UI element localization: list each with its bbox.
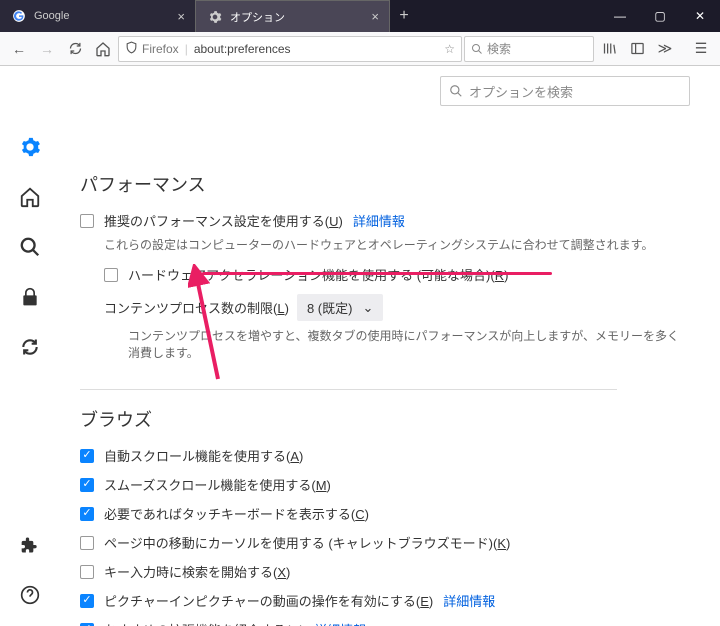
smooth-scroll-label: スムーズスクロール機能を使用する(M) bbox=[104, 475, 331, 494]
search-box[interactable]: 検索 bbox=[464, 36, 594, 62]
performance-heading: パフォーマンス bbox=[80, 171, 690, 197]
checkbox-touch-kb[interactable] bbox=[80, 507, 94, 521]
tab-label: オプション bbox=[230, 9, 285, 25]
annotation-underline bbox=[202, 272, 552, 275]
url-text: about:preferences bbox=[194, 42, 291, 56]
google-icon bbox=[12, 9, 26, 23]
details-link[interactable]: 詳細情報 bbox=[314, 620, 366, 626]
pip-label: ピクチャーインピクチャーの動画の操作を有効にする(E) bbox=[104, 591, 433, 610]
use-recommended-label: 推奨のパフォーマンス設定を使用する(U) bbox=[104, 211, 343, 230]
settings-content: オプションを検索 パフォーマンス 推奨のパフォーマンス設定を使用する(U) 詳細… bbox=[60, 66, 720, 626]
recommend-ext-label: おすすめの拡張機能を紹介する(R) bbox=[104, 620, 304, 626]
perf-desc1: これらの設定はコンピューターのハードウェアとオペレーティングシステムに合わせて調… bbox=[104, 236, 690, 253]
reload-button[interactable] bbox=[62, 36, 88, 62]
forward-button[interactable]: → bbox=[34, 36, 60, 62]
tab-options[interactable]: オプション × bbox=[195, 0, 390, 32]
home-button[interactable] bbox=[90, 36, 116, 62]
caret-label: ページ中の移動にカーソルを使用する (キャレットブラウズモード)(K) bbox=[104, 533, 510, 552]
browse-heading: ブラウズ bbox=[80, 406, 690, 432]
checkbox-auto-scroll[interactable] bbox=[80, 449, 94, 463]
search-pref-placeholder: オプションを検索 bbox=[469, 82, 573, 101]
sync-icon[interactable] bbox=[19, 336, 41, 358]
chevron-down-icon: ⌄ bbox=[362, 300, 373, 316]
checkbox-caret[interactable] bbox=[80, 536, 94, 550]
gear-icon bbox=[208, 10, 222, 24]
checkbox-recommend-ext[interactable] bbox=[80, 623, 94, 626]
checkbox-smooth-scroll[interactable] bbox=[80, 478, 94, 492]
checkbox-hw-accel[interactable] bbox=[104, 268, 118, 282]
search-placeholder: 検索 bbox=[487, 40, 511, 57]
search-preferences-input[interactable]: オプションを検索 bbox=[440, 76, 690, 106]
new-tab-button[interactable]: + bbox=[390, 7, 418, 25]
search-type-label: キー入力時に検索を開始する(X) bbox=[104, 562, 290, 581]
proc-limit-select[interactable]: 8 (既定) ⌄ bbox=[297, 294, 383, 321]
checkbox-use-recommended[interactable] bbox=[80, 214, 94, 228]
auto-scroll-label: 自動スクロール機能を使用する(A) bbox=[104, 446, 303, 465]
proc-limit-label: コンテンツプロセス数の制限(L) bbox=[104, 298, 289, 317]
overflow-button[interactable]: ≫ bbox=[652, 36, 678, 62]
tab-label: Google bbox=[34, 10, 69, 22]
menu-button[interactable]: ☰ bbox=[688, 36, 714, 62]
library-button[interactable] bbox=[596, 36, 622, 62]
home-icon[interactable] bbox=[19, 186, 41, 208]
titlebar: Google × オプション × + — ▢ ✕ bbox=[0, 0, 720, 32]
maximize-button[interactable]: ▢ bbox=[640, 0, 680, 32]
url-bar[interactable]: Firefox | about:preferences ☆ bbox=[118, 36, 462, 62]
lock-icon[interactable] bbox=[19, 286, 41, 308]
settings-sidebar bbox=[0, 66, 60, 626]
perf-desc2: コンテンツプロセスを増やすと、複数タブの使用時にパフォーマンスが向上しますが、メ… bbox=[128, 327, 690, 361]
shield-icon bbox=[125, 41, 138, 57]
close-icon[interactable]: × bbox=[371, 9, 379, 24]
touch-kb-label: 必要であればタッチキーボードを表示する(C) bbox=[104, 504, 369, 523]
close-window-button[interactable]: ✕ bbox=[680, 0, 720, 32]
tab-google[interactable]: Google × bbox=[0, 0, 195, 32]
help-icon[interactable] bbox=[19, 584, 41, 606]
gear-icon[interactable] bbox=[19, 136, 41, 158]
details-link[interactable]: 詳細情報 bbox=[443, 591, 495, 610]
search-icon[interactable] bbox=[19, 236, 41, 258]
section-divider bbox=[80, 389, 617, 390]
close-icon[interactable]: × bbox=[177, 9, 185, 24]
checkbox-search-type[interactable] bbox=[80, 565, 94, 579]
sidebar-button[interactable] bbox=[624, 36, 650, 62]
details-link[interactable]: 詳細情報 bbox=[353, 211, 405, 230]
bookmark-icon[interactable]: ☆ bbox=[444, 42, 455, 56]
extensions-icon[interactable] bbox=[19, 534, 41, 556]
back-button[interactable]: ← bbox=[6, 36, 32, 62]
checkbox-pip[interactable] bbox=[80, 594, 94, 608]
toolbar: ← → Firefox | about:preferences ☆ 検索 ≫ ☰ bbox=[0, 32, 720, 66]
minimize-button[interactable]: — bbox=[600, 0, 640, 32]
browser-name: Firefox bbox=[142, 42, 179, 56]
